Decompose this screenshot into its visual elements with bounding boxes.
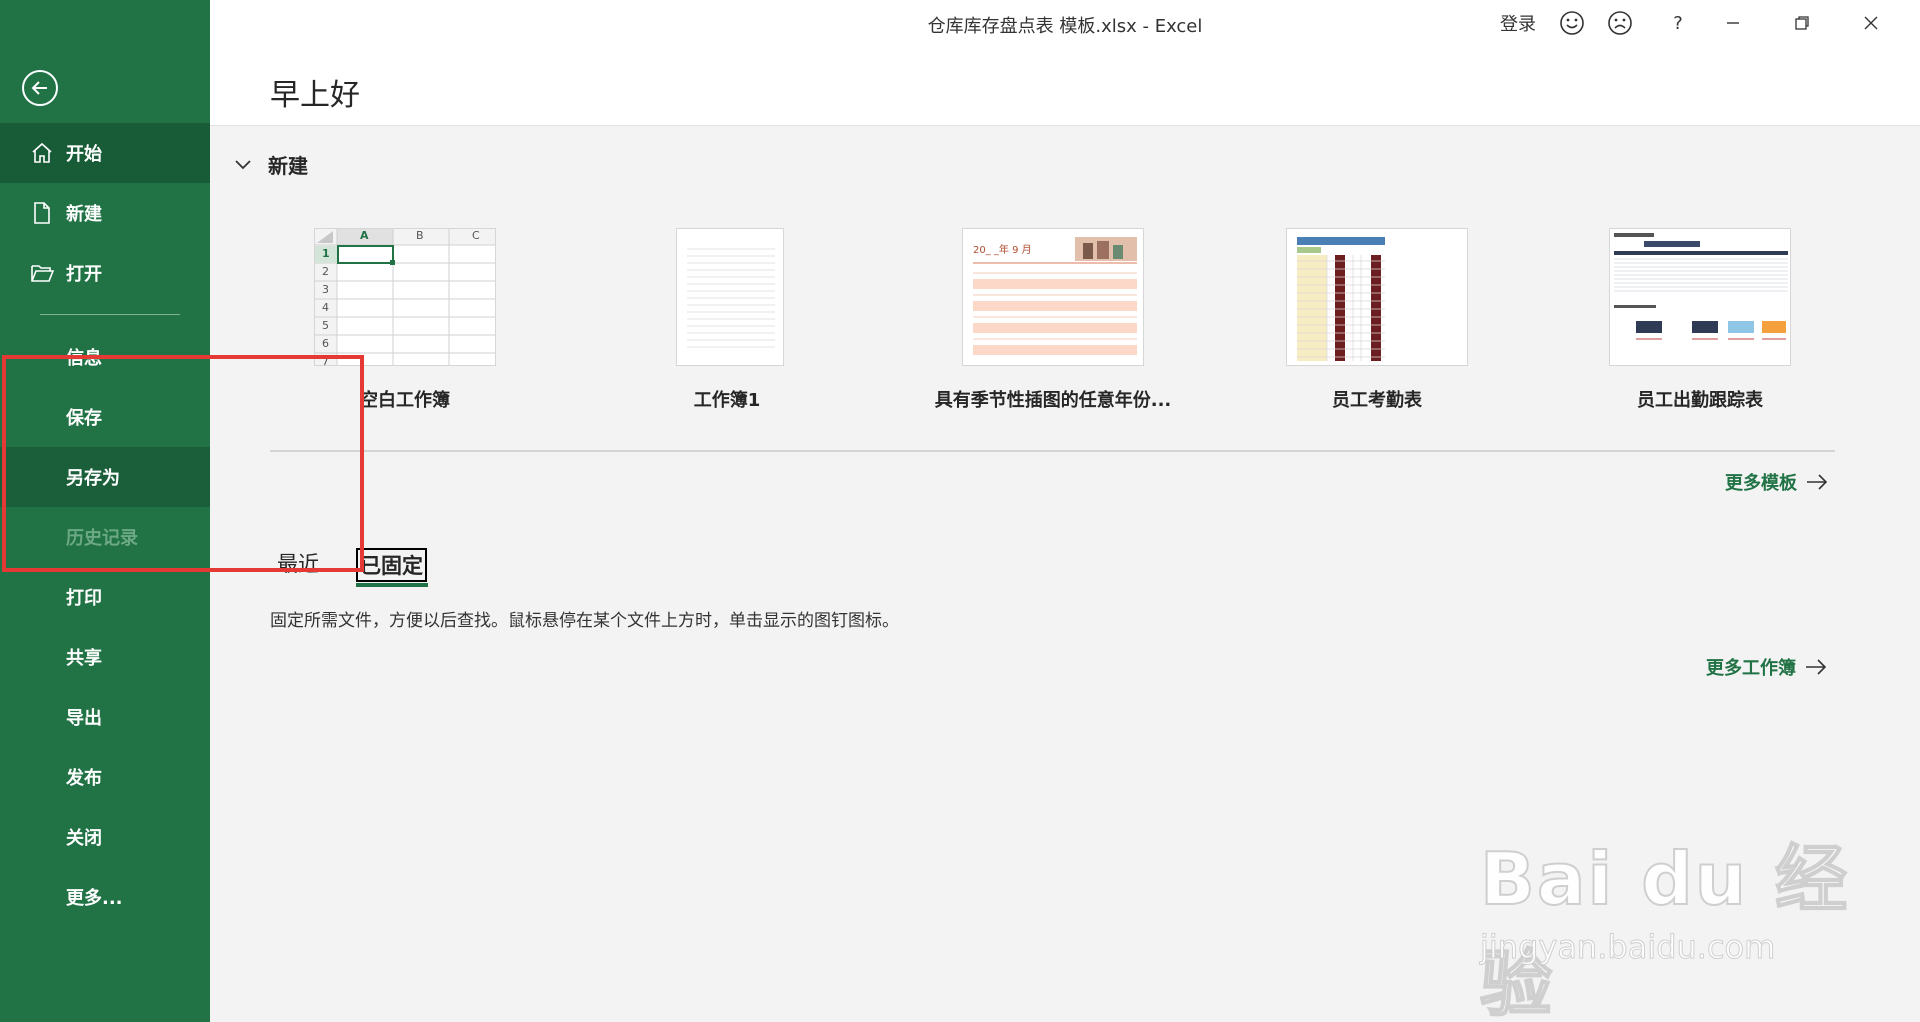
nav-label: 导出 [66, 708, 102, 729]
pinned-hint-text: 固定所需文件，方便以后查找。鼠标悬停在某个文件上方时，单击显示的图钉图标。 [270, 611, 899, 631]
watermark-logo: Bai du 经验 [1479, 836, 1850, 1022]
row-header: 2 [322, 265, 329, 278]
row-header: 3 [322, 283, 329, 296]
calendar-heading: 20_ _年 9 月 [973, 245, 1032, 256]
row-header: 1 [322, 247, 330, 260]
template-attendance-sheet[interactable]: 员工考勤表 [1286, 228, 1468, 411]
nav-close[interactable]: 关闭 [0, 807, 210, 867]
frown-feedback-icon[interactable] [1605, 8, 1635, 38]
open-folder-icon [28, 259, 56, 287]
tab-selected-indicator [356, 583, 428, 587]
restore-icon[interactable] [1779, 8, 1825, 38]
template-workbook1[interactable]: 工作簿1 [676, 228, 858, 411]
row-header: 6 [322, 337, 329, 350]
nav-label: 更多... [66, 888, 123, 909]
baidu-watermark: Bai du 经验 jingyan.baidu.com [1470, 820, 1890, 1022]
template-attendance-tracker[interactable]: 员工出勤跟踪表 [1609, 228, 1791, 411]
greeting-header: 早上好 [210, 46, 1920, 126]
more-templates-label: 更多模板 [1725, 473, 1797, 494]
nav-divider [40, 314, 180, 315]
template-thumbnail: A B C 1 2 3 4 5 6 7 [314, 228, 496, 366]
new-document-icon [28, 199, 56, 227]
nav-publish[interactable]: 发布 [0, 747, 210, 807]
nav-new[interactable]: 新建 [0, 183, 210, 243]
template-thumbnail: 20_ _年 9 月 [962, 228, 1144, 366]
more-workbooks-link[interactable]: 更多工作簿 [1706, 654, 1828, 680]
nav-share[interactable]: 共享 [0, 627, 210, 687]
template-label: 工作簿1 [693, 390, 761, 411]
template-seasonal-calendar[interactable]: 20_ _年 9 月 具有季节性插图的任意年份... [935, 228, 1171, 411]
template-thumbnail [676, 228, 784, 366]
template-thumbnail [1609, 228, 1791, 366]
arrow-right-icon [1807, 474, 1828, 490]
section-title: 新建 [268, 154, 308, 178]
highlight-annotation-box [2, 355, 364, 572]
row-header: 5 [322, 319, 329, 332]
nav-label: 新建 [66, 204, 102, 225]
col-header: C [472, 229, 480, 242]
template-blank-workbook[interactable]: A B C 1 2 3 4 5 6 7 空白工作簿 [314, 228, 496, 411]
new-section-toggle[interactable]: 新建 [234, 150, 308, 179]
minimize-icon[interactable] [1710, 8, 1756, 38]
template-label: 员工考勤表 [1332, 390, 1422, 411]
more-templates-link[interactable]: 更多模板 [1725, 469, 1829, 495]
template-thumbnail [1286, 228, 1468, 366]
watermark-url: jingyan.baidu.com [1479, 928, 1776, 967]
nav-label: 发布 [66, 768, 102, 789]
nav-label: 共享 [66, 648, 102, 669]
nav-label: 关闭 [66, 828, 102, 849]
nav-home[interactable]: 开始 [0, 123, 210, 183]
col-header: A [360, 229, 369, 242]
tab-pinned[interactable]: 已固定 [356, 548, 427, 582]
page-title: 早上好 [270, 78, 360, 113]
row-header: 4 [322, 301, 329, 314]
back-arrow-icon[interactable] [22, 70, 58, 106]
template-label: 员工出勤跟踪表 [1637, 390, 1763, 411]
nav-print[interactable]: 打印 [0, 567, 210, 627]
title-bar: 仓库库存盘点表 模板.xlsx - Excel 登录 ? [210, 0, 1920, 46]
arrow-right-icon [1806, 659, 1827, 675]
nav-more[interactable]: 更多... [0, 867, 210, 927]
nav-open[interactable]: 打开 [0, 243, 210, 303]
home-icon [28, 139, 56, 167]
template-label: 具有季节性插图的任意年份... [934, 390, 1172, 411]
signin-button[interactable]: 登录 [1493, 8, 1543, 38]
nav-label: 开始 [66, 144, 102, 165]
nav-export[interactable]: 导出 [0, 687, 210, 747]
section-divider [270, 450, 1835, 452]
help-button[interactable]: ? [1663, 8, 1693, 38]
chevron-down-icon [235, 159, 251, 169]
col-header: B [416, 229, 424, 242]
more-workbooks-label: 更多工作簿 [1706, 658, 1796, 679]
close-icon[interactable] [1848, 8, 1894, 38]
nav-label: 打开 [66, 264, 102, 285]
nav-label: 打印 [66, 588, 102, 609]
smile-feedback-icon[interactable] [1557, 8, 1587, 38]
